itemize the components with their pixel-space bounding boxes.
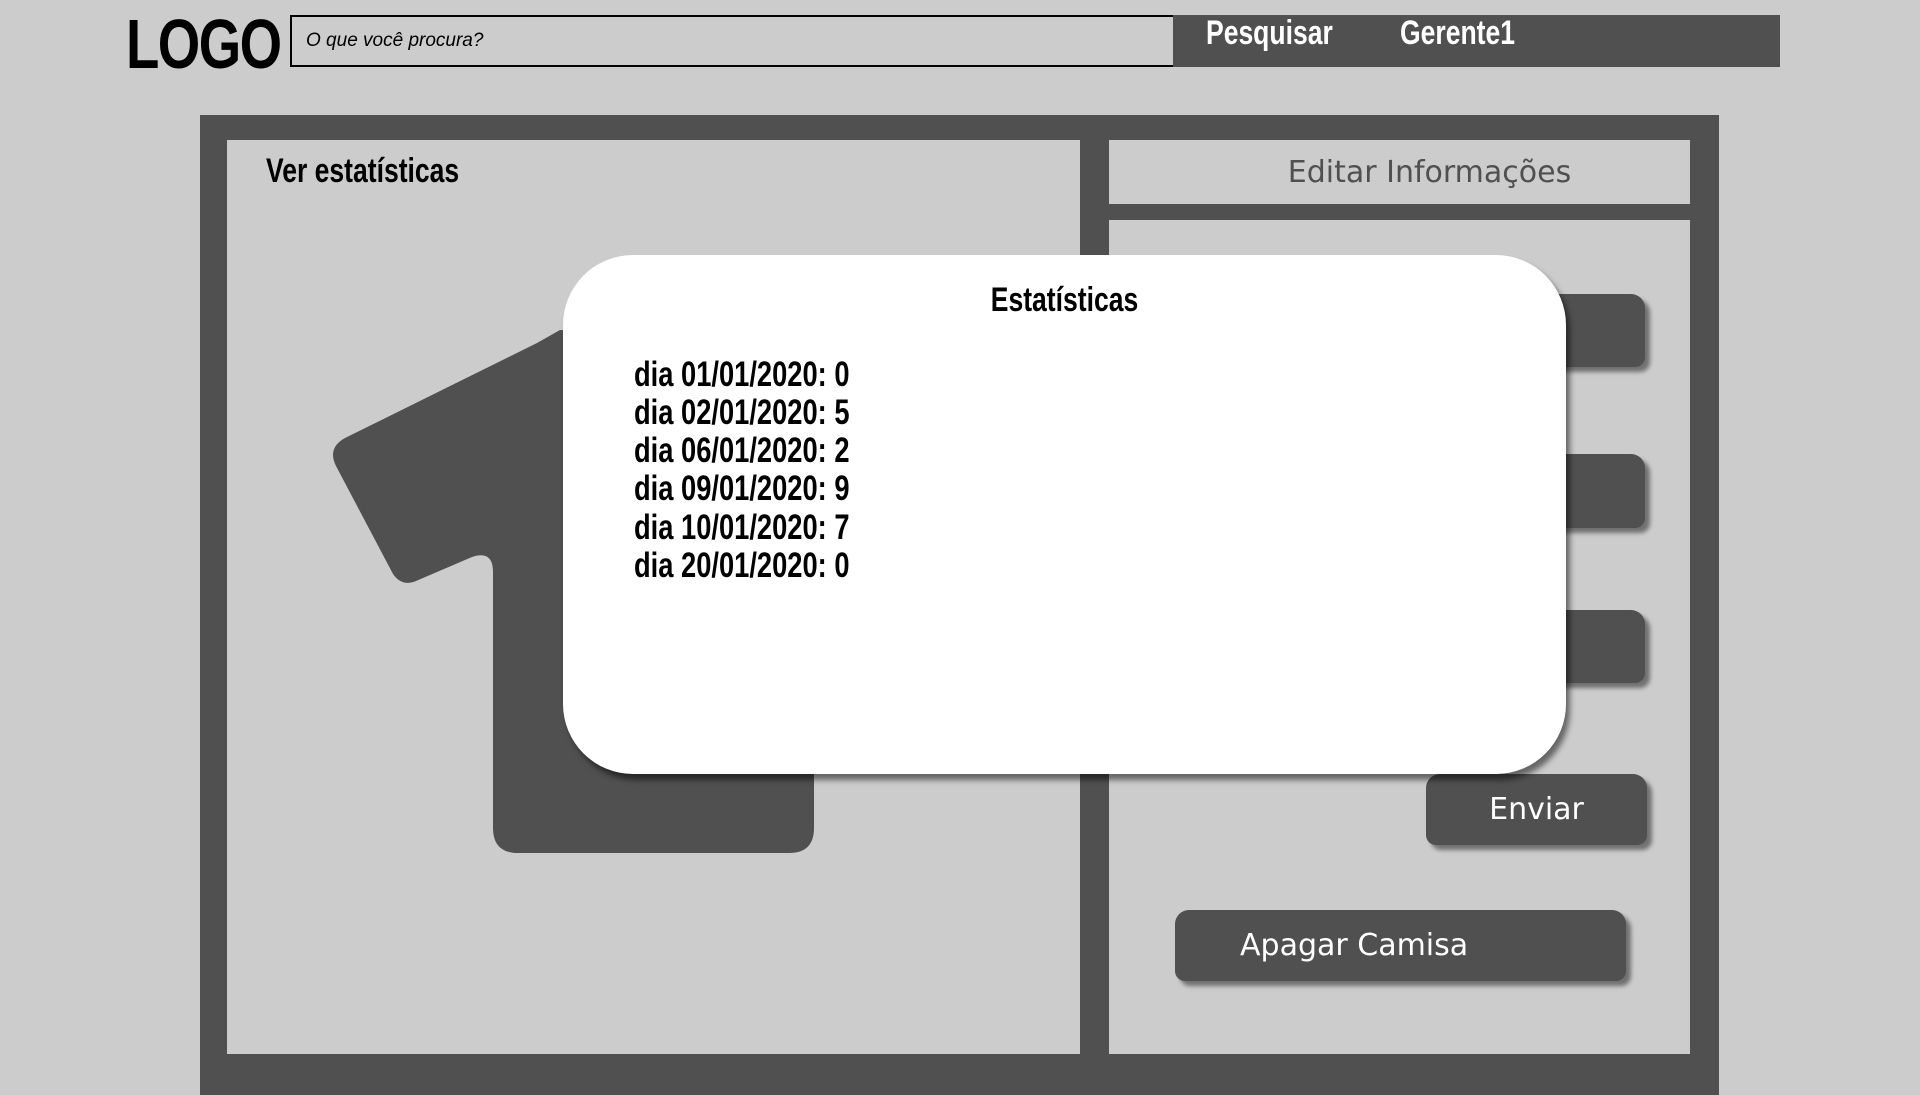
stat-line: dia 02/01/2020: 5 (634, 393, 850, 432)
send-button[interactable]: Enviar (1426, 774, 1647, 845)
modal-title: Estatísticas (990, 281, 1139, 319)
edit-info-header: Editar Informações (1109, 140, 1690, 204)
stat-line: dia 01/01/2020: 0 (634, 355, 850, 394)
delete-shirt-button[interactable]: Apagar Camisa (1175, 910, 1626, 981)
statistics-modal: Estatísticas dia 01/01/2020: 0 dia 02/01… (563, 255, 1566, 774)
stat-line: dia 10/01/2020: 7 (634, 508, 850, 547)
stat-line: dia 20/01/2020: 0 (634, 546, 850, 585)
stat-line: dia 06/01/2020: 2 (634, 431, 850, 470)
stat-line: dia 09/01/2020: 9 (634, 469, 850, 508)
